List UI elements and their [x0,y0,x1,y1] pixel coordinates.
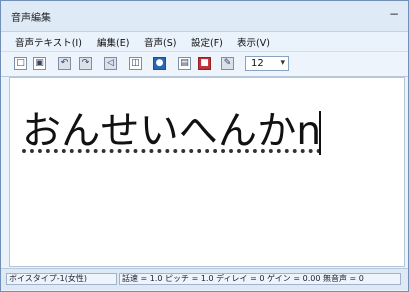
menu-item-view[interactable]: 表示(V) [237,35,270,49]
editor-text: おんせいへんかn [22,109,322,154]
book-icon[interactable]: ■ [198,57,211,70]
voice-settings-icon[interactable]: ◫ [129,57,142,70]
globe-icon[interactable]: ● [153,57,166,70]
status-bar: ボイスタイプ-1(女性) 話速 = 1.0 ピッチ = 1.0 ディレイ = 0… [1,268,408,290]
image-icon[interactable]: ▤ [178,57,191,70]
menu-item-edit[interactable]: 編集(E) [97,35,129,49]
speaker-icon[interactable]: ◁ [104,57,117,70]
status-voice-type: ボイスタイプ-1(女性) [6,273,117,285]
window-title: 音声編集 [11,13,51,24]
menu-item-voice-text[interactable]: 音声テキスト(I) [15,35,82,49]
app-window: 音声編集 − 音声テキスト(I) 編集(E) 音声(S) 設定(F) 表示(V)… [0,0,409,292]
editor[interactable]: おんせいへんかn [9,77,405,267]
title-bar: 音声編集 − [1,1,408,32]
menu-item-voice[interactable]: 音声(S) [144,35,176,49]
text-cursor [319,111,321,155]
menu-bar: 音声テキスト(I) 編集(E) 音声(S) 設定(F) 表示(V) [1,32,408,52]
minimize-button[interactable]: − [388,8,400,20]
save-icon[interactable]: ▣ [33,57,46,70]
tool-icon[interactable]: ✎ [221,57,234,70]
status-voice-params: 話速 = 1.0 ピッチ = 1.0 ディレイ = 0 ゲイン = 0.00 無… [119,273,401,285]
redo-icon[interactable]: ↷ [79,57,92,70]
menu-item-settings[interactable]: 設定(F) [191,35,223,49]
undo-icon[interactable]: ↶ [58,57,71,70]
chevron-down-icon: ▾ [280,58,285,68]
font-size-value: 12 [251,58,264,69]
font-size-select[interactable]: 12 ▾ [245,56,289,71]
new-document-icon[interactable]: □ [14,57,27,70]
toolbar: □ ▣ ↶ ↷ ◁ ◫ ● ▤ ■ ✎ 12 ▾ [1,52,408,77]
